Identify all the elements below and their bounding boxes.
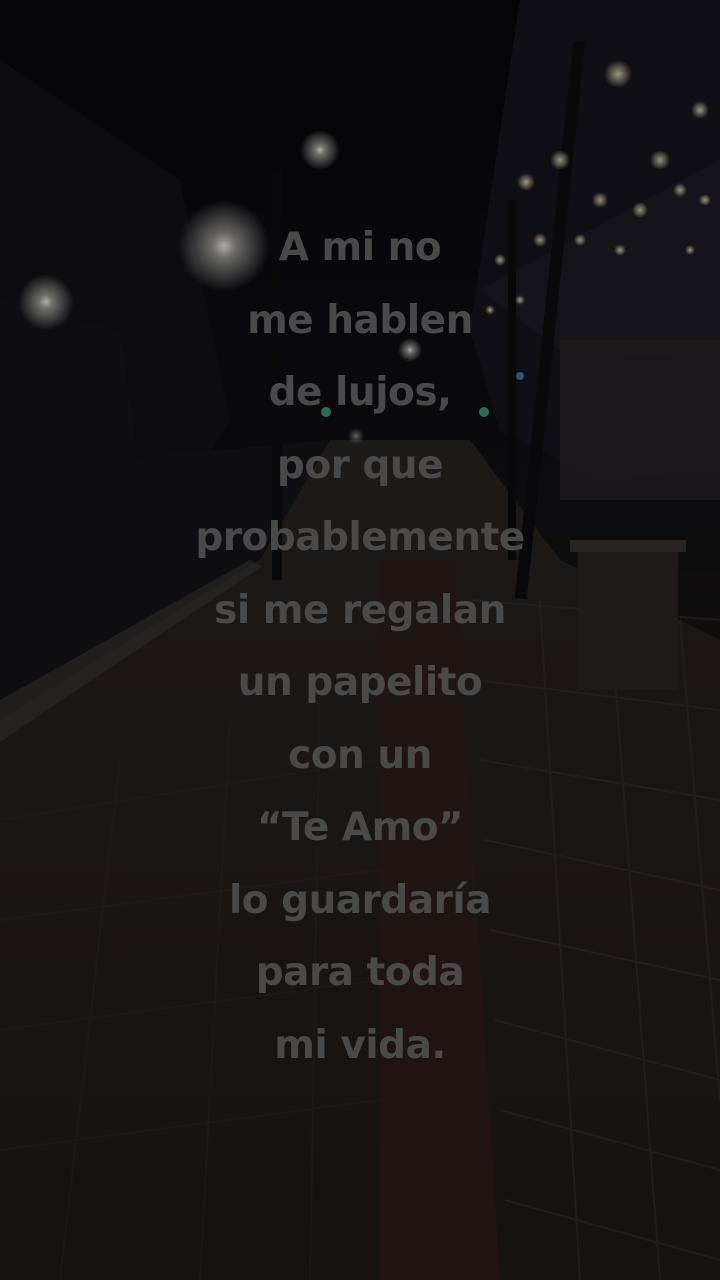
caption-line-10: lo guardaría (228, 877, 492, 923)
caption-text: A mi no me hablen de lujos, por que prob… (0, 212, 720, 1082)
caption-line-5: probablemente (195, 515, 525, 560)
caption-line-4: por que (276, 442, 444, 488)
caption-line-12: mi vida. (274, 1022, 446, 1068)
caption-line-9: “Te Amo” (256, 805, 464, 850)
caption-line-2: me hablen (247, 297, 473, 343)
caption-line-1: A mi no (278, 225, 442, 270)
caption-line-3: de lujos, (268, 370, 452, 415)
caption-line-6: si me regalan (214, 587, 506, 633)
caption-line-11: para toda (255, 950, 465, 995)
caption-line-8: con un (288, 732, 432, 778)
night-street-photo: A mi no me hablen de lujos, por que prob… (0, 0, 720, 1280)
caption-line-7: un papelito (237, 660, 483, 705)
